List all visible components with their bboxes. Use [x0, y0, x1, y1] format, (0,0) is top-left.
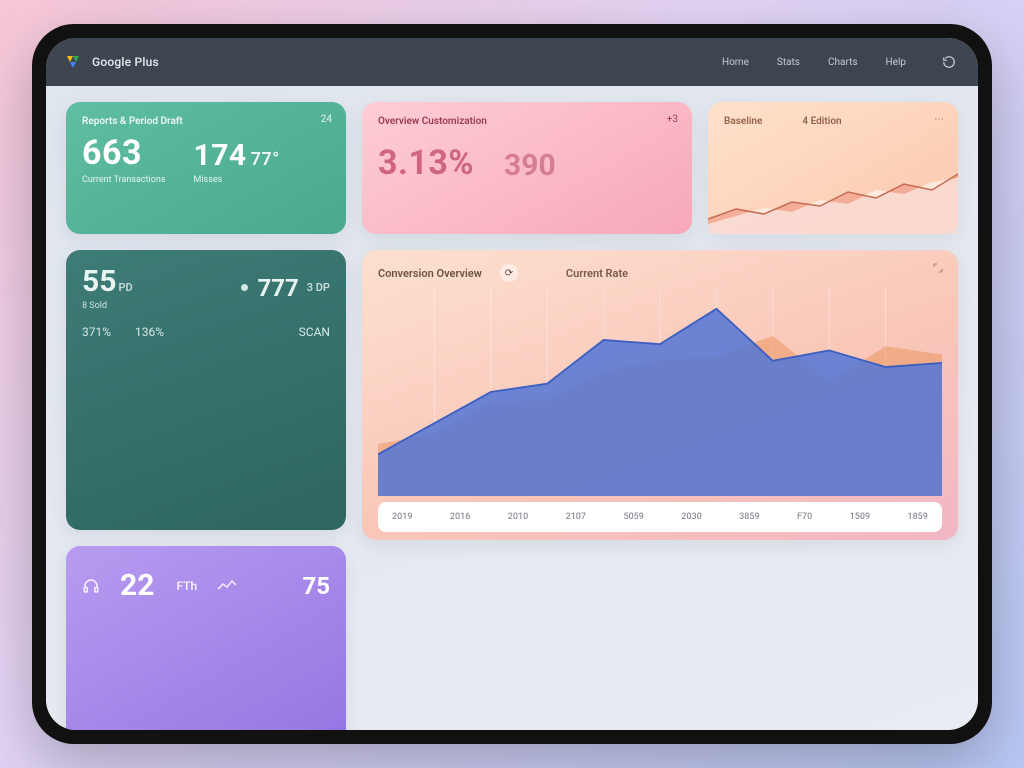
reports-sub-2: Misses — [194, 175, 280, 185]
tablet-frame: Google Plus Home Stats Charts Help Repor… — [32, 24, 992, 744]
card-score[interactable]: 22 FTh 75 — [66, 546, 346, 730]
refresh-badge-icon[interactable]: ⟳ — [500, 264, 518, 282]
refresh-icon[interactable] — [938, 51, 960, 73]
main-chart-xaxis: 20192016 20102107 50592030 3859F70 15091… — [378, 502, 942, 532]
screen: Google Plus Home Stats Charts Help Repor… — [46, 38, 978, 730]
nav-stats[interactable]: Stats — [765, 51, 812, 74]
metric-v2: 777 — [257, 274, 298, 302]
card-sparkline[interactable]: Baseline 4 Edition ⋯ — [708, 102, 958, 234]
metric-b1: 371% — [82, 325, 111, 339]
brand-logo-icon — [64, 53, 82, 71]
card-metrics[interactable]: 55PD 8 Sold 777 3 DP 371% 136% — [66, 250, 346, 530]
overview-percent: 3.13% — [378, 143, 474, 183]
card-reports-badge: 24 — [321, 114, 332, 125]
reports-sub-1: Current Transactions — [82, 175, 166, 185]
card-reports[interactable]: Reports & Period Draft 24 663 Current Tr… — [66, 102, 346, 234]
reports-value-1: 663 — [82, 133, 166, 173]
top-nav: Home Stats Charts Help — [710, 51, 918, 74]
headphones-icon — [82, 577, 100, 595]
score-v1: 22 — [120, 568, 154, 603]
card-reports-title: Reports & Period Draft — [82, 116, 330, 127]
main-chart-title: Conversion Overview — [378, 267, 482, 280]
dashboard-content: Reports & Period Draft 24 663 Current Tr… — [46, 86, 978, 730]
metric-b3: SCAN — [299, 325, 330, 339]
main-chart-expand-icon[interactable] — [932, 262, 944, 274]
card-overview[interactable]: Overview Customization +3 3.13% 390 — [362, 102, 692, 234]
metric-s1: 8 Sold — [82, 301, 133, 311]
score-v2: 75 — [302, 572, 330, 600]
card-main-chart[interactable]: Conversion Overview ⟳ Current Rate — [362, 250, 958, 540]
overview-count: 390 — [504, 148, 556, 183]
reports-value-2: 17477° — [194, 138, 280, 173]
metric-v1: 55 — [82, 264, 116, 299]
card-overview-badge: +3 — [667, 114, 678, 125]
spark-more-icon[interactable]: ⋯ — [934, 114, 944, 125]
metric-b2: 136% — [135, 325, 164, 339]
app-header: Google Plus Home Stats Charts Help — [46, 38, 978, 86]
card-overview-title: Overview Customization — [378, 116, 676, 127]
nav-home[interactable]: Home — [710, 51, 761, 74]
sparkline-chart — [708, 164, 958, 234]
spark-legend-1: Baseline — [724, 116, 762, 127]
spark-legend-2: 4 Edition — [802, 116, 841, 127]
main-chart-label2: Current Rate — [566, 267, 628, 280]
brand-name: Google Plus — [92, 55, 159, 69]
main-area-chart — [378, 288, 942, 496]
nav-help[interactable]: Help — [874, 51, 918, 74]
spark-mini-icon — [217, 579, 237, 593]
dot-icon — [241, 284, 248, 291]
nav-charts[interactable]: Charts — [816, 51, 870, 74]
